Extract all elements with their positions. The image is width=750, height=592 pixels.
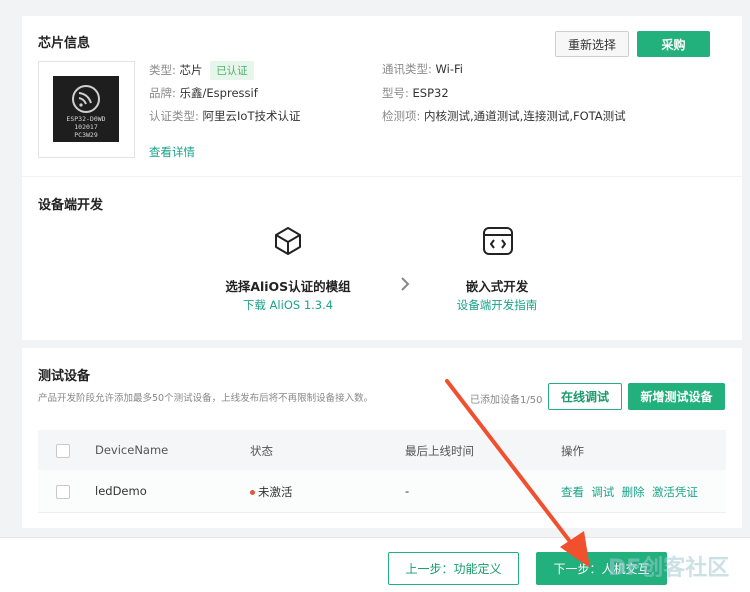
chip-brand-label: 品牌: xyxy=(149,86,176,100)
status-text: 未激活 xyxy=(258,485,293,499)
chip-type-field: 类型: 芯片 已认证 xyxy=(149,61,254,80)
row-checkbox[interactable] xyxy=(56,485,70,499)
chip-model-value: ESP32 xyxy=(412,86,449,100)
test-devices-description: 产品开发阶段允许添加最多50个测试设备，上线发布后将不再限制设备接入数。 xyxy=(38,393,374,404)
chip-info-card: 芯片信息 重新选择 采购 ESP32-D0WD 102017 PC3W29 类型… xyxy=(22,16,742,176)
device-count-text: 已添加设备1/50 xyxy=(470,395,543,406)
test-devices-card: 测试设备 产品开发阶段允许添加最多50个测试设备，上线发布后将不再限制设备接入数… xyxy=(22,348,742,528)
chip-label-line-1: ESP32-D0WD xyxy=(66,115,106,123)
watermark: DF创客社区 xyxy=(608,556,730,581)
chip-comm-type-label: 通讯类型: xyxy=(382,62,432,76)
add-test-device-button[interactable]: 新增测试设备 xyxy=(628,383,725,410)
status-dot xyxy=(250,490,255,495)
footer-bar: 上一步：功能定义 下一步：人机交互 DF创客社区 xyxy=(0,537,750,592)
actions-cell: 查看 调试 删除 激活凭证 xyxy=(561,484,698,500)
chip-brand-field: 品牌: 乐鑫/Espressif xyxy=(149,85,258,101)
chip-test-items-label: 检测项: xyxy=(382,109,421,123)
chip-type-value: 芯片 xyxy=(179,63,203,77)
activation-credential-link[interactable]: 激活凭证 xyxy=(652,485,698,499)
table-row: ledDemo 未激活 - 查看 调试 删除 激活凭证 xyxy=(38,470,726,513)
online-debug-button[interactable]: 在线调试 xyxy=(548,383,622,410)
chip-info-title: 芯片信息 xyxy=(38,36,91,51)
certified-badge: 已认证 xyxy=(210,61,254,80)
test-devices-title: 测试设备 xyxy=(38,369,91,384)
chip-type-label: 类型: xyxy=(149,63,176,77)
column-header-status: 状态 xyxy=(250,444,273,458)
chip-model-field: 型号: ESP32 xyxy=(382,85,449,101)
delete-action-link[interactable]: 删除 xyxy=(622,485,645,499)
device-name-cell: ledDemo xyxy=(95,484,147,498)
column-header-actions: 操作 xyxy=(561,444,584,458)
reselect-button[interactable]: 重新选择 xyxy=(555,31,629,57)
table-header: DeviceName 状态 最后上线时间 操作 xyxy=(38,430,726,470)
chip-model-label: 型号: xyxy=(382,86,409,100)
chip-cert-type-value: 阿里云IoT技术认证 xyxy=(202,109,301,123)
chip-comm-type-value: Wi-Fi xyxy=(435,62,463,76)
chip-label-line-3: PC3W29 xyxy=(74,131,98,139)
step2-title: 嵌入式开发 xyxy=(465,279,529,294)
espressif-logo-icon xyxy=(72,85,100,113)
chip-brand-value: 乐鑫/Espressif xyxy=(179,86,258,100)
chip-test-items-value: 内核测试,通道测试,连接测试,FOTA测试 xyxy=(424,109,626,123)
chip-image: ESP32-D0WD 102017 PC3W29 xyxy=(38,61,135,158)
view-action-link[interactable]: 查看 xyxy=(561,485,584,499)
select-all-checkbox[interactable] xyxy=(56,444,70,458)
status-cell: 未激活 xyxy=(250,484,293,500)
device-dev-title: 设备端开发 xyxy=(38,198,104,213)
step1-title: 选择AliOS认证的模组 xyxy=(225,279,351,294)
chip-cert-type-label: 认证类型: xyxy=(149,109,199,123)
purchase-button[interactable]: 采购 xyxy=(637,31,710,57)
debug-action-link[interactable]: 调试 xyxy=(591,485,614,499)
column-header-last-online: 最后上线时间 xyxy=(405,444,474,458)
view-details-link[interactable]: 查看详情 xyxy=(149,144,195,160)
code-window-icon xyxy=(483,227,513,255)
chevron-right-icon xyxy=(401,277,410,291)
chip-cert-type-field: 认证类型: 阿里云IoT技术认证 xyxy=(149,108,300,124)
device-dev-guide-link[interactable]: 设备端开发指南 xyxy=(437,297,557,313)
last-online-cell: - xyxy=(405,484,410,498)
prev-step-button[interactable]: 上一步：功能定义 xyxy=(388,552,519,585)
chip-comm-type-field: 通讯类型: Wi-Fi xyxy=(382,61,463,77)
column-header-devicename: DeviceName xyxy=(95,443,169,457)
download-alios-link[interactable]: 下载 AliOS 1.3.4 xyxy=(208,297,368,313)
chip-label-line-2: 102017 xyxy=(74,123,98,131)
chip-test-items-field: 检测项: 内核测试,通道测试,连接测试,FOTA测试 xyxy=(382,108,626,124)
cube-icon xyxy=(275,227,301,255)
device-dev-card: 设备端开发 选择AliOS认证的模组 下载 AliOS 1.3.4 嵌入式开发 … xyxy=(22,177,742,340)
